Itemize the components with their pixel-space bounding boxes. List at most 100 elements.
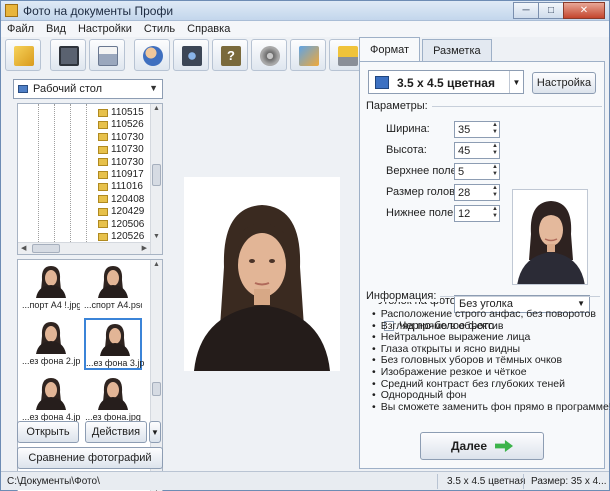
folder-tree: 110515 110526 110730 110730 110730 110917 1110… [17,103,163,255]
param-spinner[interactable]: 12 ▲ ▼ [454,205,500,222]
configure-button[interactable]: Настройка [532,72,596,94]
param-spinner[interactable]: 5 ▲ ▼ [454,163,500,180]
format-icon [375,76,389,89]
camera-button[interactable] [173,39,209,71]
params-group: Параметры: Ширина: 35 ▲ ▼ Высота: 45 ▲ ▼ Верхнее… [366,100,602,332]
folder-item[interactable]: 120506 [98,218,144,231]
format-sample-photo [512,189,588,285]
save-button[interactable] [50,39,86,71]
actions-dropdown-button[interactable]: ▼ [149,421,161,443]
info-item: Однородный фон [372,390,610,402]
status-format: 3.5 х 4.5 цветная [447,476,526,487]
location-dropdown[interactable]: Рабочий стол ▼ [13,79,163,99]
actions-button[interactable]: Действия [85,421,147,443]
scroll-left-icon[interactable]: ◀ [21,244,26,252]
status-bar: C:\Документы\Фото\ 3.5 х 4.5 цветная Раз… [1,471,609,490]
arrow-right-icon [495,440,514,452]
menu-file[interactable]: Файл [7,23,34,35]
info-title: Информация: [366,290,441,302]
info-item: Вы сможете заменить фон прямо в программ… [372,401,610,414]
app-icon [5,4,18,17]
info-group: Информация: Расположение строго анфас, б… [366,290,610,414]
wizard-icon [14,46,34,66]
tab-markup[interactable]: Разметка [422,39,492,61]
thumbnail-item[interactable]: ...ез фона.jpg [84,374,142,426]
param-spinner[interactable]: 35 ▲ ▼ [454,121,500,138]
param-label: Ширина: [386,123,430,135]
menu-help[interactable]: Справка [187,23,230,35]
folder-item[interactable]: 111016 [98,180,143,193]
scroll-up-icon[interactable]: ▲ [153,105,160,112]
folder-item[interactable]: 110730 [98,143,144,156]
next-button[interactable]: Далее [420,432,544,460]
location-value: Рабочий стол [33,83,103,95]
next-label: Далее [450,439,488,453]
thumbnail-item[interactable]: ...спорт А4.psd [84,262,142,314]
tab-format[interactable]: Формат [359,37,421,61]
users-icon [143,46,163,66]
video-button[interactable] [251,39,287,71]
scroll-up-icon[interactable]: ▲ [153,261,160,268]
menu-style[interactable]: Стиль [144,23,175,35]
minimize-button[interactable]: ─ [513,2,539,19]
print-icon [98,46,118,66]
folder-icon [98,182,108,191]
folder-item[interactable]: 110730 [98,156,144,169]
close-button[interactable]: ✕ [563,2,605,19]
folder-icon [98,108,108,117]
menu-settings[interactable]: Настройки [78,23,132,35]
thumbnail-item[interactable]: ...порт А4 !.jpg [22,262,80,314]
spin-arrows-icon[interactable]: ▲ ▼ [492,206,498,220]
users-button[interactable] [134,39,170,71]
share-button[interactable] [290,39,326,71]
video-icon [260,46,280,66]
wizard-button[interactable] [5,39,41,71]
tree-horizontal-scrollbar[interactable]: ◀ ▶ [18,242,150,254]
open-button[interactable]: Открыть [17,421,79,443]
folder-icon [98,133,108,142]
spin-arrows-icon[interactable]: ▲ ▼ [492,185,498,199]
folder-item[interactable]: 110730 [98,131,144,144]
app-window: Фото на документы Профи ─ □ ✕ Файл Вид Н… [0,0,610,491]
cart-icon [338,46,358,66]
param-value[interactable]: 12 [458,208,470,220]
camera-icon [182,46,202,66]
folder-item[interactable]: 110917 [98,168,144,181]
folder-icon [98,195,108,204]
spin-arrows-icon[interactable]: ▲ ▼ [492,143,498,157]
compare-photos-button[interactable]: Сравнение фотографий [17,447,163,469]
maximize-button[interactable]: □ [538,2,564,19]
tab-strip: Формат Разметка [359,37,494,61]
thumbnail-image [33,262,69,298]
help-button[interactable]: ? [212,39,248,71]
param-value[interactable]: 35 [458,124,470,136]
thumbnail-item[interactable]: ...ез фона 2.jpg [22,318,80,370]
info-item: Изображение резкое и чёткое [372,366,610,379]
status-size: Размер: 35 х 4... [531,476,607,487]
folder-item[interactable]: 120408 [98,193,144,206]
thumbnail-item[interactable]: ...ез фона 3.jpg [84,318,144,370]
folder-label: 110730 [111,131,144,143]
print-button[interactable] [89,39,125,71]
spin-arrows-icon[interactable]: ▲ ▼ [492,122,498,136]
title-bar[interactable]: Фото на документы Профи ─ □ ✕ [1,1,609,21]
spin-arrows-icon[interactable]: ▲ ▼ [492,164,498,178]
folder-item[interactable]: 110526 [98,118,144,131]
folder-item[interactable]: 110515 [98,106,144,119]
share-icon [299,46,319,66]
tree-vertical-scrollbar[interactable]: ▲ ▼ [150,104,162,254]
photo-preview [184,177,340,371]
folder-item[interactable]: 120429 [98,205,144,218]
param-value[interactable]: 5 [458,166,464,178]
format-dropdown[interactable]: 3.5 х 4.5 цветная ▼ [368,70,524,94]
menu-view[interactable]: Вид [46,23,66,35]
param-value[interactable]: 28 [458,187,470,199]
chevron-down-icon: ▼ [509,71,523,93]
scroll-down-icon[interactable]: ▼ [153,233,160,240]
folder-icon [98,145,108,154]
param-value[interactable]: 45 [458,145,470,157]
param-spinner[interactable]: 28 ▲ ▼ [454,184,500,201]
param-spinner[interactable]: 45 ▲ ▼ [454,142,500,159]
scroll-right-icon[interactable]: ▶ [142,244,147,252]
thumbnail-item[interactable]: ...ез фона 4.jpg [22,374,80,426]
